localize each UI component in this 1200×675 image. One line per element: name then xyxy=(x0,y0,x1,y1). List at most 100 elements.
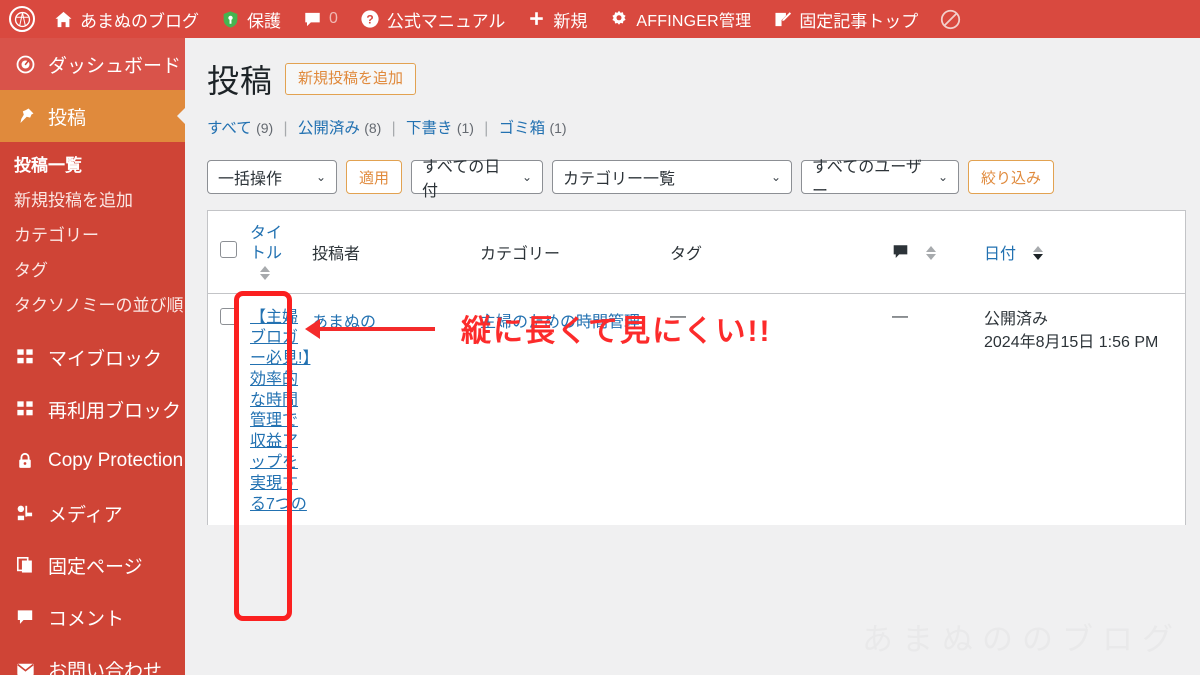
annotation-arrow-icon xyxy=(305,313,435,343)
sort-indicator-icon[interactable] xyxy=(260,265,270,280)
page-title: 投稿 xyxy=(207,63,274,99)
home-icon xyxy=(54,10,73,29)
sidebar-subitem-taxonomy-order[interactable]: タクソノミーの並び順 xyxy=(0,286,185,321)
protect-button[interactable]: 保護 xyxy=(210,0,292,38)
row-select-cell xyxy=(208,293,250,525)
no-entry-button[interactable] xyxy=(929,0,972,38)
shield-lock-icon xyxy=(221,10,240,29)
wordpress-logo-icon xyxy=(9,6,35,32)
no-entry-icon xyxy=(940,9,961,30)
category-filter-select[interactable]: カテゴリー一覧 ⌄ xyxy=(552,160,793,194)
sidebar-subitem-all-posts[interactable]: 投稿一覧 xyxy=(0,146,185,181)
admin-sidebar: ダッシュボード 投稿 投稿一覧 新規投稿を追加 カテゴリー タグ タクソノミーの… xyxy=(0,38,185,675)
add-new-post-button[interactable]: 新規投稿を追加 xyxy=(285,63,417,95)
comment-bubble-icon xyxy=(892,243,909,260)
comments-column-header[interactable] xyxy=(892,211,984,294)
view-all-link[interactable]: すべて xyxy=(207,120,252,137)
site-name-button[interactable]: あまぬのブログ xyxy=(43,0,210,38)
post-status-text: 公開済み xyxy=(984,310,1049,328)
sidebar-item-dashboard[interactable]: ダッシュボード xyxy=(0,38,185,90)
sidebar-item-my-block[interactable]: マイブロック xyxy=(0,331,185,383)
sidebar-item-comments[interactable]: コメント xyxy=(0,591,185,643)
sidebar-item-media[interactable]: メディア xyxy=(0,487,185,539)
view-separator: | xyxy=(484,120,489,137)
sidebar-item-posts[interactable]: 投稿 xyxy=(0,90,185,142)
row-checkbox[interactable] xyxy=(220,307,237,325)
tags-column-header: タグ xyxy=(670,211,892,294)
post-title-link[interactable]: 【主婦ブロガー必見!】効率的な時間管理で収益アップを実現する7つの xyxy=(250,309,310,513)
official-manual-label: 公式マニュアル xyxy=(386,11,506,31)
apply-button[interactable]: 適用 xyxy=(346,160,403,194)
sidebar-item-label: Copy Protection xyxy=(48,450,184,471)
select-all-checkbox[interactable] xyxy=(220,240,237,258)
author-column-header: 投稿者 xyxy=(312,211,480,294)
page-header: 投稿 新規投稿を追加 xyxy=(185,38,1200,102)
view-published-link[interactable]: 公開済み xyxy=(298,120,360,137)
category-column-header: カテゴリー xyxy=(480,211,670,294)
chevron-down-icon: ⌄ xyxy=(315,170,326,184)
site-name-label: あまぬのブログ xyxy=(80,11,199,31)
protect-label: 保護 xyxy=(247,11,281,31)
comment-bubble-icon xyxy=(14,608,36,626)
select-all-header xyxy=(208,211,250,294)
view-all-count: (9) xyxy=(256,120,274,136)
blocks-icon xyxy=(14,348,36,366)
wp-logo-button[interactable] xyxy=(0,0,43,38)
post-comments-value: — xyxy=(892,307,908,325)
question-mark-icon: ? xyxy=(360,9,380,29)
pin-icon xyxy=(14,107,36,126)
media-icon xyxy=(14,504,36,522)
comments-button[interactable]: 0 xyxy=(292,0,349,38)
sidebar-item-pages[interactable]: 固定ページ xyxy=(0,539,185,591)
fixed-article-top-label: 固定記事トップ xyxy=(799,11,919,31)
filter-button[interactable]: 絞り込み xyxy=(968,160,1055,194)
date-filter-select[interactable]: すべての日付 ⌄ xyxy=(411,159,544,200)
view-separator: | xyxy=(283,120,288,137)
content-area: 投稿 新規投稿を追加 すべて (9) | 公開済み (8) | 下書き (1) … xyxy=(185,38,1200,675)
sidebar-subitem-categories[interactable]: カテゴリー xyxy=(0,216,185,251)
post-date-text: 2024年8月15日 1:56 PM xyxy=(984,333,1159,351)
chevron-down-icon: ⌄ xyxy=(770,170,782,184)
view-draft-count: (1) xyxy=(456,120,474,136)
watermark-text: あまぬののブログ xyxy=(862,622,1182,657)
dashboard-icon xyxy=(14,55,36,74)
title-column-header[interactable]: タイトル xyxy=(250,211,312,294)
affinger-admin-label: AFFINGER管理 xyxy=(636,13,752,30)
sort-indicator-icon[interactable] xyxy=(926,245,936,260)
new-content-button[interactable]: 新規 xyxy=(516,0,598,38)
gear-icon xyxy=(609,9,629,29)
sidebar-item-label: ダッシュボード xyxy=(48,55,182,77)
view-trash-link[interactable]: ゴミ箱 xyxy=(499,120,546,137)
user-filter-value: すべてのユーザー xyxy=(812,159,922,200)
annotation-group: 縦に長くて見にくい!! xyxy=(305,306,771,350)
bulk-action-value: 一括操作 xyxy=(218,171,283,188)
date-column-header[interactable]: 日付 xyxy=(984,211,1185,294)
official-manual-button[interactable]: ? 公式マニュアル xyxy=(349,0,517,38)
posts-submenu: 投稿一覧 新規投稿を追加 カテゴリー タグ タクソノミーの並び順 xyxy=(0,142,185,331)
user-filter-select[interactable]: すべてのユーザー ⌄ xyxy=(801,159,960,200)
view-draft-link[interactable]: 下書き xyxy=(406,120,453,137)
blocks-icon xyxy=(14,400,36,418)
view-separator: | xyxy=(391,120,396,137)
affinger-admin-button[interactable]: AFFINGER管理 xyxy=(598,0,762,38)
table-header-row: タイトル 投稿者 カテゴリー タグ 日付 xyxy=(208,211,1185,294)
table-toolbar: 一括操作 ⌄ 適用 すべての日付 ⌄ カテゴリー一覧 ⌄ すべてのユーザー ⌄ … xyxy=(185,138,1200,200)
row-date-cell: 公開済み 2024年8月15日 1:56 PM xyxy=(984,293,1185,525)
sidebar-item-copy-protection[interactable]: Copy Protection xyxy=(0,435,185,487)
sidebar-item-reusable-block[interactable]: 再利用ブロック xyxy=(0,383,185,435)
title-column-label: タイトル xyxy=(250,224,283,262)
bulk-action-select[interactable]: 一括操作 ⌄ xyxy=(207,160,337,194)
plus-icon xyxy=(527,10,546,29)
sidebar-subitem-add-new[interactable]: 新規投稿を追加 xyxy=(0,181,185,216)
fixed-article-top-button[interactable]: 固定記事トップ xyxy=(762,0,929,38)
date-column-label: 日付 xyxy=(984,245,1017,263)
sidebar-subitem-tags[interactable]: タグ xyxy=(0,251,185,286)
lock-icon xyxy=(14,452,36,470)
sidebar-item-contact[interactable]: お問い合わせ xyxy=(0,643,185,675)
row-title-cell: 【主婦ブロガー必見!】効率的な時間管理で収益アップを実現する7つの xyxy=(250,293,312,525)
sort-indicator-icon[interactable] xyxy=(1033,245,1044,260)
posts-table: タイトル 投稿者 カテゴリー タグ 日付 【主婦ブロガー必見!】効率的な時間管理… xyxy=(208,211,1185,525)
new-content-label: 新規 xyxy=(553,11,588,31)
view-trash-count: (1) xyxy=(549,120,567,136)
category-filter-value: カテゴリー一覧 xyxy=(563,171,676,188)
